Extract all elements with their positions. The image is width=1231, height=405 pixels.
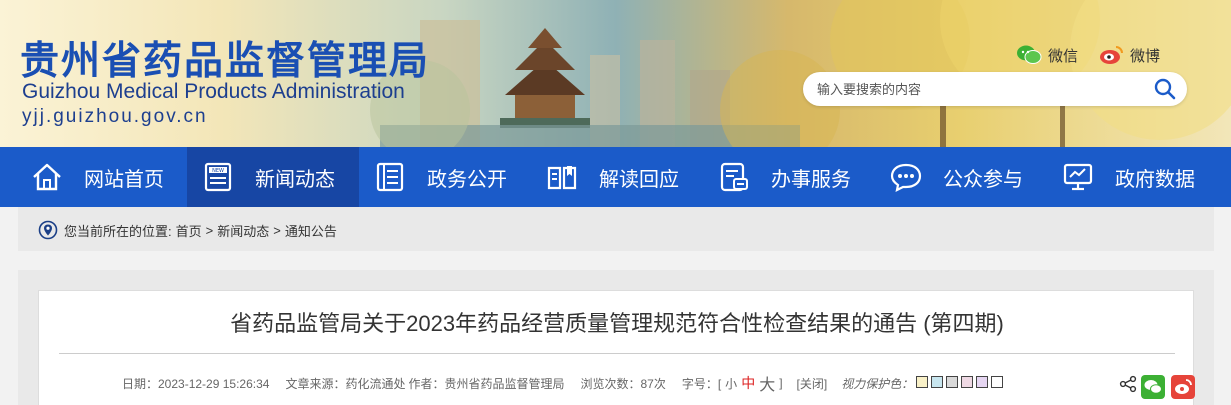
book-icon [545, 160, 579, 194]
home-icon [30, 160, 64, 194]
title-divider [59, 353, 1175, 354]
share-button[interactable] [1119, 375, 1137, 393]
eye-protection-swatches [913, 375, 1004, 391]
nav-item-home[interactable]: 网站首页 [0, 147, 187, 207]
search-box [803, 72, 1187, 106]
weibo-link[interactable]: 微博 [1098, 44, 1160, 66]
breadcrumb-news[interactable]: 新闻动态 [217, 221, 269, 240]
nav-item-gov-affairs[interactable]: 政务公开 [359, 147, 531, 207]
breadcrumb-prefix: 您当前所在的位置: [64, 223, 172, 239]
color-swatch-3[interactable] [946, 375, 959, 388]
share-icon [1119, 375, 1137, 393]
nav-label-services: 办事服务 [771, 168, 851, 191]
color-swatch-4[interactable] [961, 375, 974, 388]
nav-label-gov-data: 政府数据 [1115, 168, 1195, 191]
nav-item-interpretation[interactable]: 解读回应 [531, 147, 703, 207]
nav-label-home: 网站首页 [84, 168, 164, 191]
nav-label-gov-affairs: 政务公开 [427, 168, 507, 191]
color-swatch-6[interactable] [991, 375, 1004, 388]
weibo-icon [1100, 46, 1123, 64]
site-header: 贵州省药品监督管理局 Guizhou Medical Products Admi… [0, 0, 1231, 147]
monitor-icon [1061, 160, 1095, 194]
font-small-button[interactable]: 小 [725, 375, 737, 392]
site-title-en: Guizhou Medical Products Administration [22, 80, 405, 103]
font-size-end: ] [779, 376, 783, 390]
breadcrumb-bar: 您当前所在的位置: 首页 > 新闻动态 > 通知公告 [18, 207, 1214, 251]
share-weibo-button[interactable] [1171, 375, 1195, 399]
breadcrumb-separator: > [205, 222, 214, 238]
breadcrumb-home[interactable]: 首页 [176, 221, 202, 240]
article-title: 省药品监管局关于2023年药品经营质量管理规范符合性检查结果的通告 (第四期) [230, 311, 1004, 336]
nav-label-interpretation: 解读回应 [599, 168, 679, 191]
font-large-button[interactable]: 大 [759, 371, 775, 395]
share-wechat-button[interactable] [1141, 375, 1165, 399]
weibo-label: 微博 [1130, 47, 1161, 65]
close-button[interactable]: [关闭] [797, 375, 828, 392]
search-icon[interactable] [1153, 77, 1177, 101]
article-date: 日期：2023-12-29 15:26:34 [122, 376, 270, 391]
document-icon [373, 160, 407, 194]
eye-protection-label: 视力保护色： [841, 376, 914, 391]
article-author: 作者：贵州省药品监督管理局 [408, 376, 565, 391]
color-swatch-1[interactable] [916, 375, 929, 388]
wechat-icon [1017, 45, 1042, 64]
location-pin-icon [38, 220, 58, 240]
font-size-label: 字号：[ [681, 376, 722, 391]
article-source: 文章来源：药化流通处 [285, 376, 406, 391]
article-views: 浏览次数：87次 [580, 376, 666, 391]
main-nav: 网站首页 NEW 新闻动态 政务公开 解读回应 办事服务 公众参与 政府数据 [0, 147, 1231, 207]
wechat-share-icon [1141, 375, 1165, 399]
wechat-label: 微信 [1048, 47, 1079, 65]
article-meta: 日期：2023-12-29 15:26:34 文章来源：药化流通处 作者：贵州省… [122, 371, 1004, 395]
nav-label-participation: 公众参与 [943, 168, 1023, 191]
service-icon [717, 160, 751, 194]
content-area: 省药品监管局关于2023年药品经营质量管理规范符合性检查结果的通告 (第四期) … [18, 270, 1214, 405]
site-url: yjj.guizhou.gov.cn [22, 106, 208, 127]
site-title-cn: 贵州省药品监督管理局 [20, 39, 431, 84]
color-swatch-2[interactable] [931, 375, 944, 388]
breadcrumb-notices[interactable]: 通知公告 [285, 221, 337, 240]
nav-label-news: 新闻动态 [255, 168, 335, 191]
nav-item-news[interactable]: NEW 新闻动态 [187, 147, 359, 207]
breadcrumb: 您当前所在的位置: 首页 > 新闻动态 > 通知公告 [38, 220, 337, 240]
nav-item-participation[interactable]: 公众参与 [875, 147, 1047, 207]
color-swatch-5[interactable] [976, 375, 989, 388]
wechat-link[interactable]: 微信 [1016, 44, 1078, 66]
search-input[interactable] [817, 79, 1137, 99]
article-panel: 省药品监管局关于2023年药品经营质量管理规范符合性检查结果的通告 (第四期) … [38, 290, 1195, 405]
font-medium-button[interactable]: 中 [741, 373, 755, 393]
chat-icon [889, 160, 923, 194]
breadcrumb-separator: > [273, 222, 281, 238]
news-icon: NEW [201, 160, 235, 194]
nav-item-gov-data[interactable]: 政府数据 [1047, 147, 1231, 207]
nav-item-services[interactable]: 办事服务 [703, 147, 875, 207]
svg-text:NEW: NEW [212, 168, 224, 174]
weibo-share-icon [1171, 375, 1195, 399]
